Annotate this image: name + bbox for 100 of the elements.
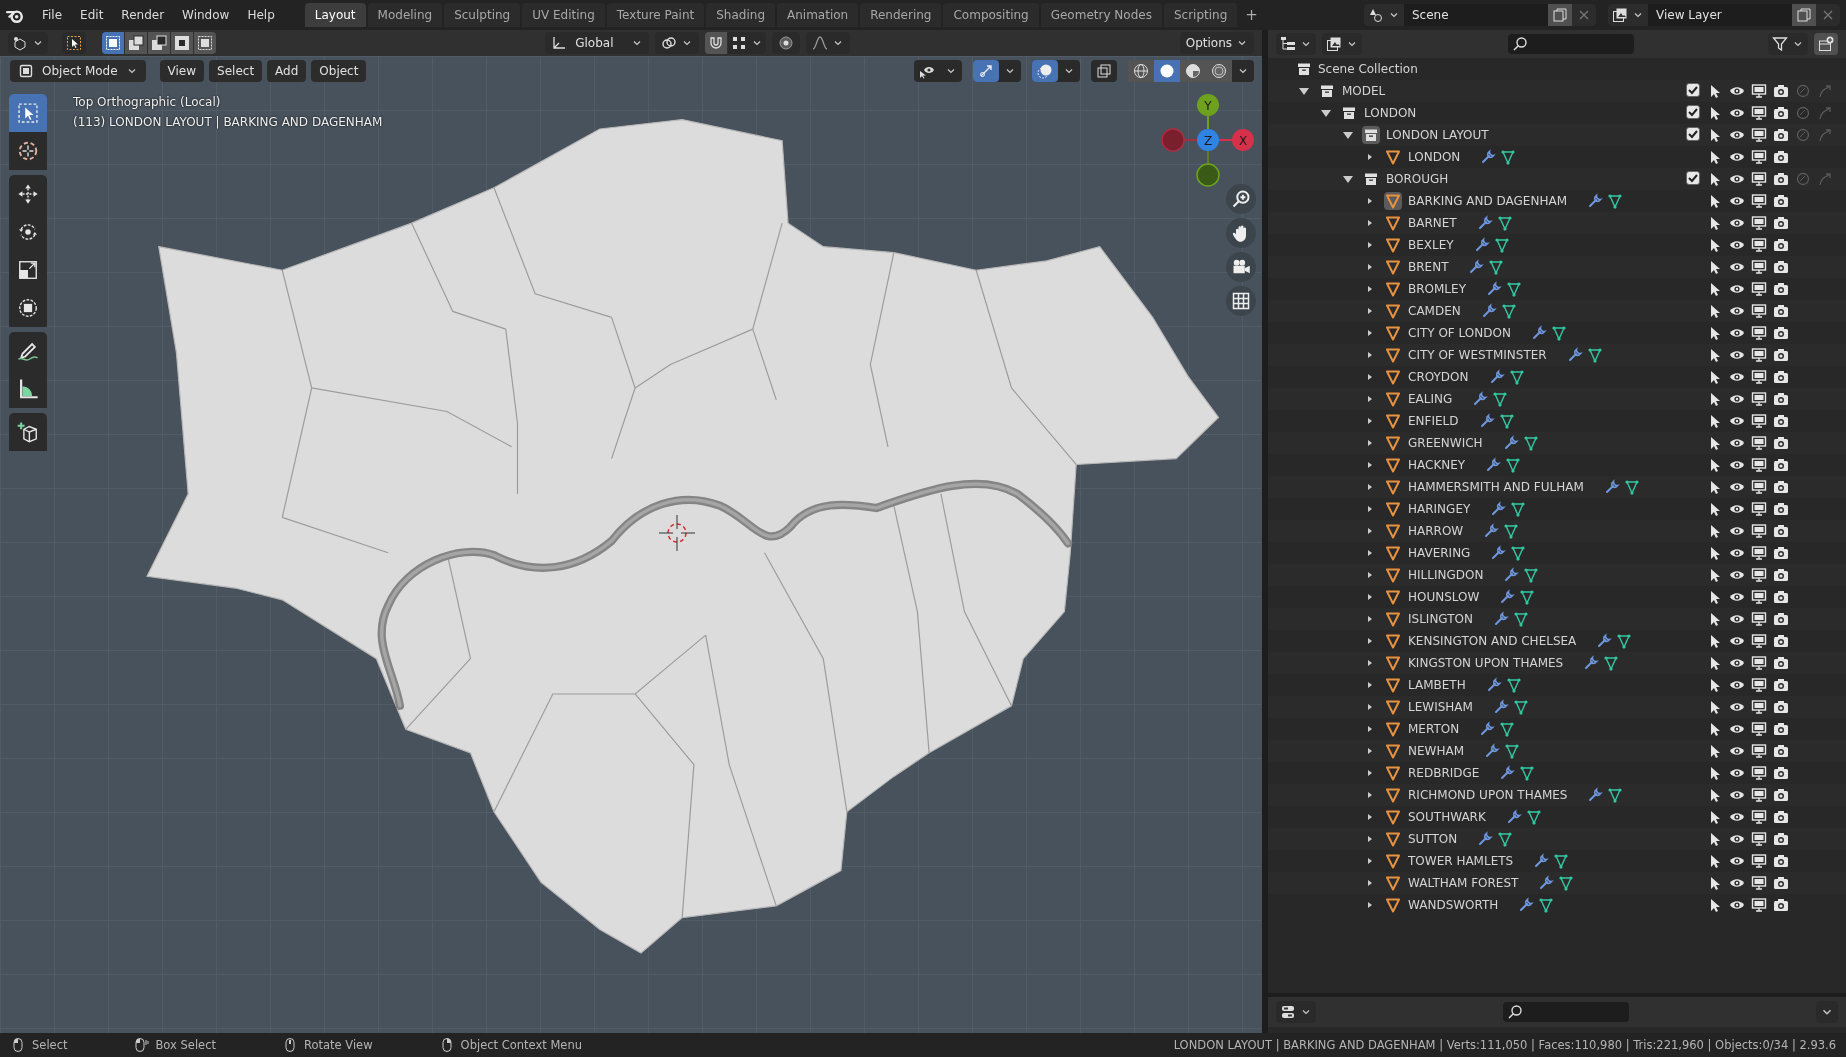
camera-icon[interactable] [1773, 677, 1789, 693]
menu-item[interactable]: Help [239, 4, 283, 26]
header-menu[interactable]: View [159, 60, 205, 82]
mesh-object-button[interactable] [1384, 148, 1402, 166]
mesh-data-icon[interactable] [1505, 457, 1522, 473]
filter-button[interactable] [1768, 33, 1808, 55]
pivot-dropdown[interactable] [655, 32, 700, 54]
header-menu[interactable]: Add [267, 60, 307, 82]
workspace-tab[interactable]: Modeling [367, 3, 443, 27]
monitor-icon[interactable] [1751, 875, 1767, 891]
camera-icon[interactable] [1773, 875, 1789, 891]
wrench-icon[interactable] [1477, 831, 1494, 847]
monitor-icon[interactable] [1751, 721, 1767, 737]
outliner-item-label[interactable]: KINGSTON UPON THAMES [1408, 656, 1564, 670]
mesh-object-button[interactable] [1384, 742, 1402, 760]
workspace-tab[interactable]: UV Editing [522, 3, 605, 27]
monitor-icon[interactable] [1751, 347, 1767, 363]
wrench-icon[interactable] [1499, 765, 1516, 781]
monitor-icon[interactable] [1751, 897, 1767, 913]
monitor-icon[interactable] [1751, 149, 1767, 165]
mesh-data-icon[interactable] [1488, 259, 1505, 275]
monitor-icon[interactable] [1751, 765, 1767, 781]
wrench-icon[interactable] [1583, 655, 1600, 671]
mesh-data-icon[interactable] [1497, 831, 1514, 847]
mesh-data-icon[interactable] [1504, 743, 1520, 759]
mesh-object-button[interactable] [1384, 280, 1402, 298]
wireframe-shading-button[interactable] [1128, 60, 1154, 82]
wrench-icon[interactable] [1603, 479, 1620, 495]
mesh-data-icon[interactable] [1607, 787, 1624, 803]
outliner-item-label[interactable]: ENFIELD [1408, 414, 1459, 428]
monitor-icon[interactable] [1751, 611, 1767, 627]
axis-dot[interactable] [1196, 163, 1220, 187]
outliner-item-label[interactable]: RICHMOND UPON THAMES [1408, 788, 1568, 802]
camera-icon[interactable] [1773, 457, 1789, 473]
monitor-icon[interactable] [1751, 127, 1767, 143]
wrench-icon[interactable] [1530, 325, 1547, 341]
mesh-object-button[interactable] [1384, 434, 1402, 452]
monitor-icon[interactable] [1751, 501, 1767, 517]
monitor-icon[interactable] [1751, 237, 1767, 253]
mesh-object-button[interactable] [1384, 236, 1402, 254]
camera-icon[interactable] [1773, 831, 1789, 847]
workspace-tab[interactable]: Sculpting [444, 3, 521, 27]
monitor-icon[interactable] [1751, 259, 1767, 275]
outliner-item-label[interactable]: WALTHAM FOREST [1408, 876, 1519, 890]
monitor-icon[interactable] [1751, 831, 1767, 847]
mesh-object-button[interactable] [1384, 896, 1402, 914]
camera-icon[interactable] [1773, 809, 1789, 825]
mesh-object-button[interactable] [1384, 456, 1402, 474]
outliner-item-label[interactable]: HARROW [1408, 524, 1464, 538]
mesh-data-icon[interactable] [1558, 875, 1575, 891]
monitor-icon[interactable] [1751, 787, 1767, 803]
camera-icon[interactable] [1773, 435, 1789, 451]
transform-tool[interactable] [9, 289, 47, 327]
collection-icon-button[interactable] [1362, 126, 1380, 144]
outliner-item-label[interactable]: EALING [1408, 392, 1453, 406]
camera-icon[interactable] [1773, 83, 1789, 99]
camera-icon[interactable] [1773, 567, 1789, 583]
camera-icon[interactable] [1773, 149, 1789, 165]
mesh-data-icon[interactable] [1550, 325, 1567, 341]
mesh-object-button[interactable] [1384, 676, 1402, 694]
mode-dropdown[interactable]: Object Mode [10, 60, 146, 82]
monitor-icon[interactable] [1751, 105, 1767, 121]
camera-icon[interactable] [1773, 589, 1789, 605]
select-mode-button[interactable] [148, 32, 170, 54]
wrench-icon[interactable] [1483, 523, 1500, 539]
mesh-data-icon[interactable] [1523, 567, 1540, 583]
wrench-icon[interactable] [1468, 259, 1485, 275]
workspace-tab[interactable]: Animation [777, 3, 859, 27]
mesh-data-icon[interactable] [1493, 237, 1510, 253]
monitor-icon[interactable] [1751, 523, 1767, 539]
camera-icon[interactable] [1773, 347, 1789, 363]
monitor-icon[interactable] [1751, 435, 1767, 451]
camera-icon[interactable] [1773, 127, 1789, 143]
mesh-data-icon[interactable] [1499, 721, 1516, 737]
workspace-tab[interactable]: Layout [304, 3, 366, 27]
mesh-object-button[interactable] [1384, 610, 1402, 628]
monitor-icon[interactable] [1751, 83, 1767, 99]
monitor-icon[interactable] [1751, 369, 1767, 385]
copy-button[interactable] [1792, 4, 1816, 26]
outliner-item-label[interactable]: SUTTON [1408, 832, 1458, 846]
close-button[interactable] [1572, 4, 1596, 26]
outliner-item-label[interactable]: HILLINGDON [1408, 568, 1484, 582]
mesh-object-button[interactable] [1384, 808, 1402, 826]
mesh-data-icon[interactable] [1496, 215, 1513, 231]
wrench-icon[interactable] [1505, 809, 1522, 825]
mesh-data-icon[interactable] [1553, 853, 1570, 869]
editor-type-button[interactable] [1276, 1001, 1316, 1023]
wrench-icon[interactable] [1499, 589, 1516, 605]
mesh-data-icon[interactable] [1503, 523, 1520, 539]
view-layer-button[interactable] [1322, 33, 1362, 55]
mesh-data-icon[interactable] [1510, 545, 1527, 561]
outliner-item-label[interactable]: BARKING AND DAGENHAM [1408, 194, 1567, 208]
camera-icon[interactable] [1773, 853, 1789, 869]
mesh-object-button[interactable] [1384, 522, 1402, 540]
wrench-icon[interactable] [1476, 215, 1493, 231]
camera-icon[interactable] [1773, 699, 1789, 715]
mesh-data-icon[interactable] [1510, 501, 1527, 517]
monitor-icon[interactable] [1751, 413, 1767, 429]
monitor-icon[interactable] [1751, 303, 1767, 319]
orientation-dropdown[interactable]: Global [545, 32, 650, 54]
